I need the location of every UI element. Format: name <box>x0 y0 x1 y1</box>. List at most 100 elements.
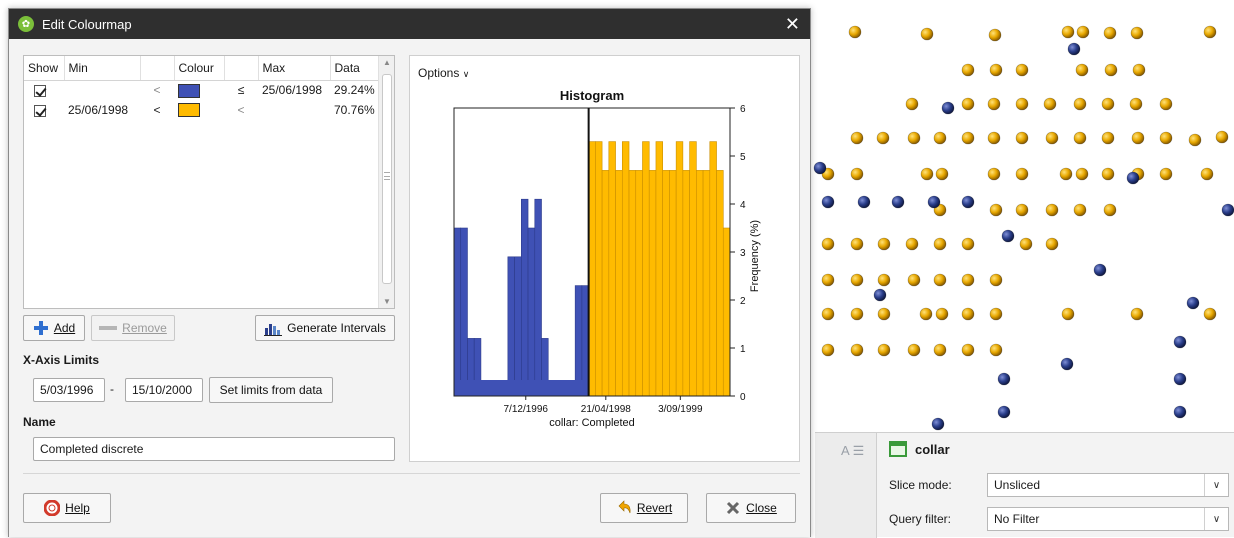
drillhole-marker[interactable] <box>1159 97 1173 111</box>
vertical-scrollbar[interactable]: ▲ ▼ <box>378 56 394 308</box>
drillhole-marker[interactable] <box>1203 307 1217 321</box>
help-button[interactable]: Help <box>23 493 111 523</box>
drillhole-marker[interactable] <box>997 405 1011 419</box>
drillhole-marker[interactable] <box>1075 167 1089 181</box>
drillhole-marker[interactable] <box>850 167 864 181</box>
drillhole-marker[interactable] <box>933 131 947 145</box>
close-button[interactable]: Close <box>706 493 796 523</box>
drillhole-marker[interactable] <box>1061 25 1075 39</box>
drillhole-marker[interactable] <box>961 97 975 111</box>
drillhole-marker[interactable] <box>850 307 864 321</box>
drillhole-marker[interactable] <box>821 195 835 209</box>
min-cell[interactable] <box>64 80 140 100</box>
drillhole-marker[interactable] <box>1159 167 1173 181</box>
drillhole-marker[interactable] <box>1045 203 1059 217</box>
drillhole-marker[interactable] <box>1131 131 1145 145</box>
xaxis-min-field[interactable]: 5/03/1996 <box>33 378 105 402</box>
min-cell[interactable]: 25/06/1998 <box>64 100 140 120</box>
drillhole-marker[interactable] <box>1061 307 1075 321</box>
drillhole-marker[interactable] <box>1015 97 1029 111</box>
drillhole-marker[interactable] <box>933 273 947 287</box>
drillhole-marker[interactable] <box>920 167 934 181</box>
max-cell[interactable]: 25/06/1998 <box>258 80 330 100</box>
drillhole-marker[interactable] <box>1188 133 1202 147</box>
add-button[interactable]: Add <box>23 315 85 341</box>
drillhole-marker[interactable] <box>941 101 955 115</box>
name-input[interactable]: Completed discrete <box>33 437 395 461</box>
show-checkbox[interactable] <box>34 85 46 98</box>
scroll-down-icon[interactable]: ▼ <box>379 297 395 306</box>
drillhole-marker[interactable] <box>1001 229 1015 243</box>
upper-operator[interactable]: < <box>224 100 258 120</box>
lower-operator[interactable]: < <box>140 80 174 100</box>
drillhole-marker[interactable] <box>813 161 827 175</box>
drillhole-marker[interactable] <box>1060 357 1074 371</box>
drillhole-marker[interactable] <box>1101 167 1115 181</box>
drillhole-marker[interactable] <box>1101 131 1115 145</box>
drillhole-marker[interactable] <box>987 131 1001 145</box>
drillhole-marker[interactable] <box>1132 63 1146 77</box>
drillhole-marker[interactable] <box>877 237 891 251</box>
drillhole-marker[interactable] <box>821 343 835 357</box>
chevron-down-icon[interactable]: ∨ <box>1204 508 1228 530</box>
colour-swatch[interactable] <box>178 103 200 118</box>
drillhole-marker[interactable] <box>919 307 933 321</box>
drillhole-marker[interactable] <box>1203 25 1217 39</box>
drillhole-marker[interactable] <box>821 237 835 251</box>
drillhole-marker[interactable] <box>1019 237 1033 251</box>
drillhole-marker[interactable] <box>876 131 890 145</box>
drillhole-marker[interactable] <box>988 28 1002 42</box>
drillhole-marker[interactable] <box>933 343 947 357</box>
drillhole-marker[interactable] <box>997 372 1011 386</box>
drillhole-marker[interactable] <box>821 273 835 287</box>
drillhole-marker[interactable] <box>1045 131 1059 145</box>
column-header[interactable]: Max <box>258 56 331 81</box>
chevron-down-icon[interactable]: ∨ <box>1204 474 1228 496</box>
drillhole-marker[interactable] <box>1015 63 1029 77</box>
drillhole-marker[interactable] <box>877 343 891 357</box>
drillhole-marker[interactable] <box>935 167 949 181</box>
drillhole-marker[interactable] <box>1101 97 1115 111</box>
drillhole-marker[interactable] <box>920 27 934 41</box>
column-header[interactable] <box>140 56 175 81</box>
drillhole-marker[interactable] <box>1215 130 1229 144</box>
drillhole-marker[interactable] <box>1015 131 1029 145</box>
drillhole-marker[interactable] <box>1073 97 1087 111</box>
drillhole-marker[interactable] <box>1200 167 1214 181</box>
drillhole-marker[interactable] <box>1130 307 1144 321</box>
drillhole-marker[interactable] <box>989 63 1003 77</box>
drillhole-marker[interactable] <box>961 195 975 209</box>
drillhole-marker[interactable] <box>850 131 864 145</box>
drillhole-marker[interactable] <box>987 167 1001 181</box>
options-menu[interactable]: Options ∨ <box>418 66 469 80</box>
drillhole-marker[interactable] <box>891 195 905 209</box>
drillhole-marker[interactable] <box>961 307 975 321</box>
drillhole-marker[interactable] <box>1129 97 1143 111</box>
drillhole-marker[interactable] <box>989 307 1003 321</box>
drillhole-marker[interactable] <box>1130 26 1144 40</box>
drillhole-marker[interactable] <box>989 203 1003 217</box>
drillhole-marker[interactable] <box>1126 171 1140 185</box>
lower-operator[interactable]: < <box>140 100 174 120</box>
drillhole-marker[interactable] <box>1043 97 1057 111</box>
drillhole-marker[interactable] <box>1173 372 1187 386</box>
scroll-up-icon[interactable]: ▲ <box>379 58 395 67</box>
drillhole-marker[interactable] <box>931 417 945 431</box>
drillhole-marker[interactable] <box>987 97 1001 111</box>
drillhole-marker[interactable] <box>848 25 862 39</box>
drillhole-marker[interactable] <box>877 273 891 287</box>
drillhole-marker[interactable] <box>1067 42 1081 56</box>
drillhole-marker[interactable] <box>1093 263 1107 277</box>
drillhole-marker[interactable] <box>873 288 887 302</box>
drillhole-marker[interactable] <box>1103 203 1117 217</box>
drillhole-marker[interactable] <box>1159 131 1173 145</box>
column-header[interactable]: Min <box>64 56 141 81</box>
drillhole-marker[interactable] <box>1045 237 1059 251</box>
set-limits-button[interactable]: Set limits from data <box>209 377 333 403</box>
drillhole-marker[interactable] <box>1059 167 1073 181</box>
drillhole-marker[interactable] <box>1186 296 1200 310</box>
query-filter-select[interactable]: No Filter ∨ <box>987 507 1229 531</box>
drillhole-marker[interactable] <box>1173 405 1187 419</box>
drillhole-marker[interactable] <box>821 307 835 321</box>
drillhole-marker[interactable] <box>1073 203 1087 217</box>
